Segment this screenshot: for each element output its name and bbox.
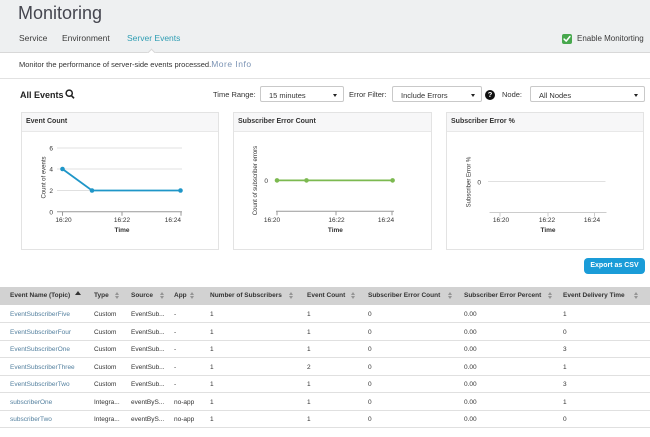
svg-text:Time: Time bbox=[328, 227, 343, 234]
svg-text:16:22: 16:22 bbox=[539, 217, 556, 224]
svg-text:16:22: 16:22 bbox=[328, 217, 345, 224]
svg-text:16:24: 16:24 bbox=[165, 217, 182, 224]
svg-text:6: 6 bbox=[49, 146, 53, 153]
svg-text:Count of events: Count of events bbox=[42, 156, 48, 198]
svg-text:16:20: 16:20 bbox=[55, 217, 72, 224]
svg-text:Time: Time bbox=[114, 227, 129, 234]
svg-text:16:24: 16:24 bbox=[584, 217, 601, 224]
svg-text:Count of subscriber errors: Count of subscriber errors bbox=[253, 146, 259, 215]
svg-text:16:24: 16:24 bbox=[378, 217, 395, 224]
svg-text:16:22: 16:22 bbox=[114, 217, 131, 224]
svg-text:16:20: 16:20 bbox=[493, 217, 510, 224]
svg-text:Time: Time bbox=[540, 227, 555, 234]
svg-text:16:20: 16:20 bbox=[264, 217, 281, 224]
svg-text:0: 0 bbox=[49, 209, 53, 216]
svg-text:0: 0 bbox=[264, 178, 268, 185]
svg-text:4: 4 bbox=[49, 167, 53, 174]
svg-text:Subscriber Error %: Subscriber Error % bbox=[467, 156, 473, 207]
svg-text:0: 0 bbox=[477, 179, 481, 186]
svg-text:2: 2 bbox=[49, 188, 53, 195]
